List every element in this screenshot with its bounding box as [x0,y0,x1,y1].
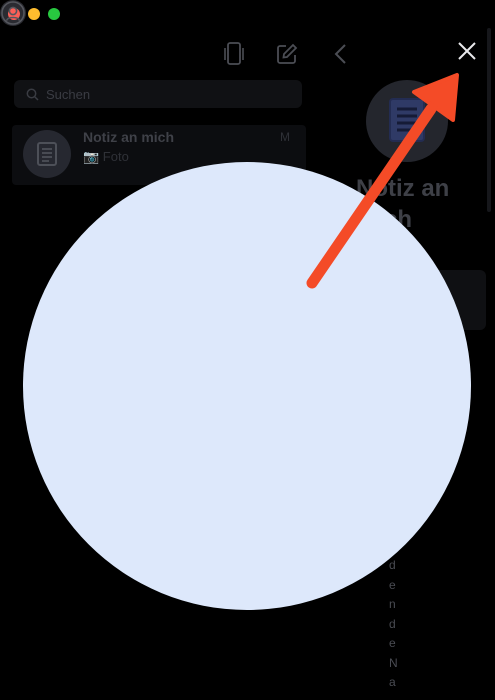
profile-icon[interactable] [0,0,26,26]
compose-icon[interactable] [275,42,299,66]
back-chevron-icon[interactable] [332,43,350,65]
title-bar [0,0,495,28]
note-icon [389,98,425,142]
chat-avatar [23,130,71,178]
chat-time: M [280,130,290,144]
window-minimize-button[interactable] [28,8,40,20]
detail-avatar [366,80,448,162]
chat-preview: 📷 Foto [83,149,129,164]
search-placeholder: Suchen [46,87,91,102]
note-icon [37,142,57,166]
phone-icon[interactable] [222,41,246,67]
search-icon [26,88,39,101]
chat-name: Notiz an mich [83,129,175,145]
spotlight-circle [23,162,471,610]
window-zoom-button[interactable] [48,8,60,20]
scrollbar[interactable] [487,28,491,212]
vertical-text: dendeNa [389,558,398,689]
search-field[interactable]: Suchen [14,80,302,108]
close-icon[interactable] [456,40,478,62]
